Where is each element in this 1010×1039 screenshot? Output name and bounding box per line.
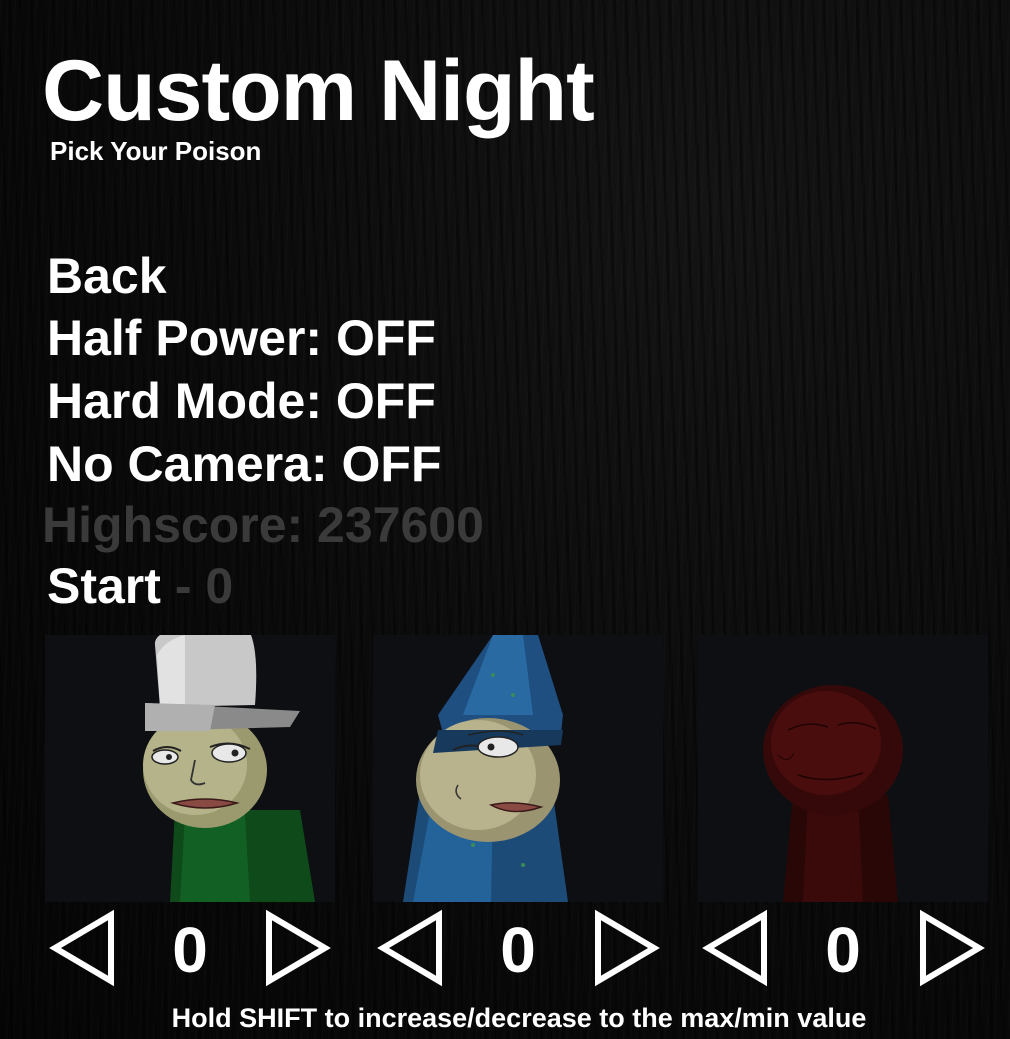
character-3-level: 0 <box>825 914 861 986</box>
hard-mode-toggle[interactable]: Hard Mode: OFF <box>47 376 436 426</box>
character-3-increase-button[interactable] <box>917 909 987 987</box>
character-2-level: 0 <box>500 914 536 986</box>
character-1-increase-button[interactable] <box>263 909 333 987</box>
left-arrow-icon <box>702 909 767 987</box>
character-1-level: 0 <box>172 914 208 986</box>
page-subtitle: Pick Your Poison <box>50 136 262 166</box>
top-hat-character-portrait <box>45 635 335 902</box>
start-separator: - <box>160 558 206 614</box>
character-2-increase-button[interactable] <box>592 909 662 987</box>
start-label: Start <box>47 558 161 614</box>
character-3-decrease-button[interactable] <box>700 909 770 987</box>
left-arrow-icon <box>49 909 114 987</box>
wizard-hat-character-portrait <box>373 635 663 902</box>
red-shadow-character-portrait <box>698 635 988 902</box>
start-button[interactable]: Start - 0 <box>47 561 233 611</box>
character-2-decrease-button[interactable] <box>375 909 445 987</box>
page-title: Custom Night <box>42 43 595 139</box>
shift-hint: Hold SHIFT to increase/decrease to the m… <box>171 1003 867 1033</box>
character-1-decrease-button[interactable] <box>47 909 117 987</box>
right-arrow-icon <box>920 909 985 987</box>
right-arrow-icon <box>595 909 660 987</box>
no-camera-toggle[interactable]: No Camera: OFF <box>47 439 442 489</box>
start-score: 0 <box>205 558 234 614</box>
left-arrow-icon <box>377 909 442 987</box>
highscore-label: Highscore: 237600 <box>42 497 484 553</box>
half-power-toggle[interactable]: Half Power: OFF <box>47 313 436 363</box>
back-button[interactable]: Back <box>47 251 167 301</box>
right-arrow-icon <box>266 909 331 987</box>
